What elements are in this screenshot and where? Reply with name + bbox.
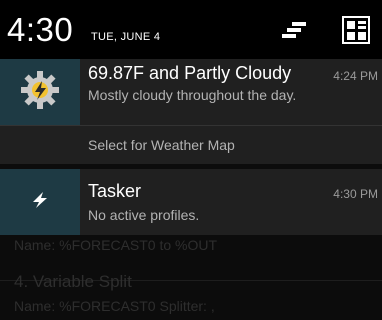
settings-toggle-icon[interactable]	[340, 14, 372, 46]
weather-map-action-label: Select for Weather Map	[88, 137, 235, 153]
weather-map-action[interactable]: Select for Weather Map	[0, 126, 382, 164]
date: TUE, JUNE 4	[91, 31, 161, 43]
background-line-1: Name: %FORECAST0 to %OUT	[14, 237, 218, 253]
notification-subtitle: No active profiles.	[88, 207, 200, 223]
notification-title: Tasker	[88, 181, 142, 201]
notification-shade-header: 4:30 TUE, JUNE 4	[0, 0, 382, 59]
quick-settings-icon[interactable]	[278, 14, 310, 46]
notification-icon-area	[0, 169, 80, 235]
tasker-weather-gear-icon	[19, 69, 61, 116]
clock: 4:30	[7, 11, 74, 48]
notification-time: 4:30 PM	[333, 187, 378, 201]
tasker-lightning-icon	[30, 190, 50, 215]
weather-notification[interactable]: 69.87F and Partly Cloudy Mostly cloudy t…	[0, 59, 382, 125]
notification-icon-area	[0, 59, 80, 125]
notification-time: 4:24 PM	[333, 69, 378, 83]
tasker-notification[interactable]: Tasker No active profiles. 4:30 PM	[0, 169, 382, 235]
background-line-2: 4. Variable Split	[14, 272, 132, 291]
background-line-3: Name: %FORECAST0 Splitter: ,	[14, 298, 215, 314]
notification-subtitle: Mostly cloudy throughout the day.	[88, 87, 297, 103]
notification-title: 69.87F and Partly Cloudy	[88, 63, 292, 83]
